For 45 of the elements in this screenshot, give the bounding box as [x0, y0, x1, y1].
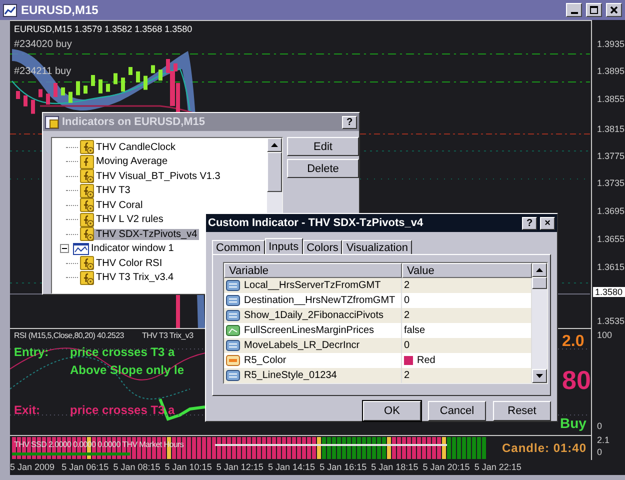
variable-name: FullScreenLinesMarginPrices	[244, 325, 374, 336]
scale-tick: 0	[597, 447, 602, 457]
time-label: 5 Jan 16:15	[320, 461, 368, 474]
signal-label: Entry:	[14, 345, 49, 359]
indicator-readout: 2.0	[562, 333, 584, 351]
time-label: 5 Jan 10:15	[164, 461, 213, 474]
time-label: 5 Jan 2009	[10, 461, 56, 474]
time-label: 5 Jan 14:15	[268, 461, 316, 474]
time-label: 5 Jan 06:15	[62, 461, 110, 474]
symbol-quote: EURUSD,M15 1.3579 1.3582 1.3568 1.3580	[14, 24, 192, 34]
indicator-readout: 80	[562, 365, 591, 396]
price-tick: 1.3815	[597, 124, 625, 134]
variable-name: MoveLabels_LR_DecrIncr	[244, 340, 360, 351]
variable-name: R5_Color	[244, 355, 286, 366]
price-tick: 1.3895	[597, 66, 625, 76]
indicator-readout: Buy	[560, 415, 586, 431]
time-label: 5 Jan 12:15	[216, 461, 264, 474]
price-tick: 1.3535	[597, 316, 625, 326]
price-tick: 1.3615	[597, 262, 625, 272]
price-tick: 1.3735	[597, 178, 625, 188]
scale-tick: 100	[597, 330, 612, 340]
time-label: 5 Jan 18:15	[371, 461, 420, 474]
price-tick: 1.3935	[597, 39, 625, 49]
price-tick: 1.3655	[597, 234, 625, 244]
dialog-title: Custom Indicator - THV SDX-TzPivots_v4	[208, 217, 424, 229]
variable-name: R5_LineStyle_01234	[244, 370, 337, 381]
price-tick: 1.3855	[597, 94, 625, 104]
window-title: EURUSD,M15	[21, 3, 100, 17]
order-label: #234020 buy	[14, 39, 72, 50]
signal-label: Exit:	[14, 403, 40, 417]
price-tick: 1.3775	[597, 151, 625, 161]
time-label: 5 Jan 08:15	[113, 461, 162, 474]
variable-name: Show_1Daily_2FibonacciPivots	[244, 310, 384, 321]
indicator-legend: THV T3 Trix_v3	[142, 331, 194, 340]
indicator-legend: RSI (M15,5,Close,80,20) 40.2523	[14, 331, 124, 340]
price-tick: 1.3695	[597, 206, 625, 216]
variable-name: Destination__HrsNewTZfromGMT	[244, 295, 396, 306]
scale-tick: 0	[597, 421, 602, 431]
current-price-label: 1.3580	[593, 287, 625, 297]
dialog-title: Indicators on EURUSD,M15	[62, 116, 206, 128]
time-label: 5 Jan 22:15	[474, 461, 522, 474]
scale-tick: 2.1	[597, 435, 610, 445]
time-label: 5 Jan 20:15	[422, 461, 471, 474]
candle-timer: Candle: 01:40	[502, 441, 587, 455]
variable-name: Local__HrsServerTzFromGMT	[244, 280, 381, 291]
